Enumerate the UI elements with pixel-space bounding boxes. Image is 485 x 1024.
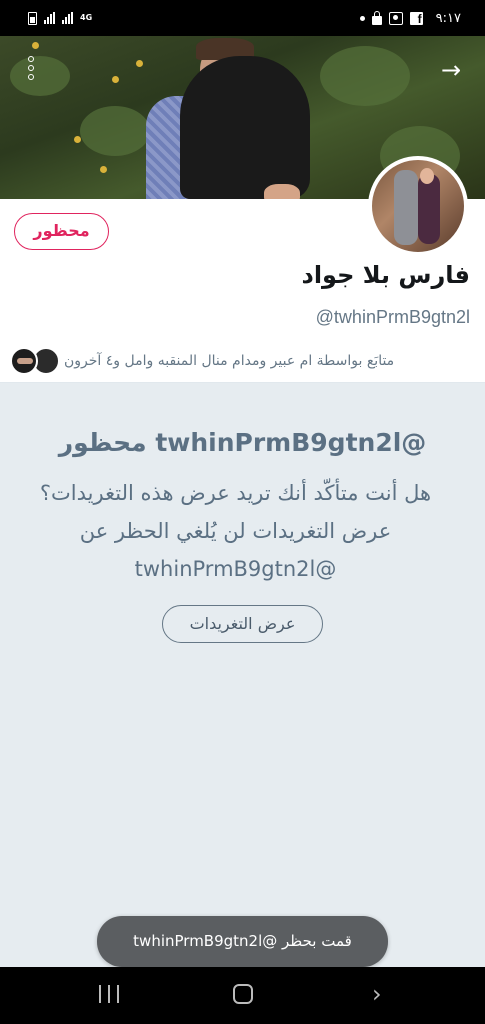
followed-by-text: متابَع بواسطة ام عبير ومدام منال المنقبه… bbox=[64, 353, 395, 369]
user-handle: @twhinPrmB9gtn2l bbox=[315, 307, 470, 327]
network-type: 4G bbox=[80, 13, 93, 22]
toast-message: قمت بحظر @twhinPrmB9gtn2l bbox=[97, 916, 388, 967]
avatar-figure bbox=[420, 168, 434, 184]
avatar[interactable] bbox=[368, 156, 468, 256]
followed-by-row[interactable]: متابَع بواسطة ام عبير ومدام منال المنقبه… bbox=[10, 346, 445, 376]
arrow-right-icon[interactable]: → bbox=[437, 56, 465, 84]
flower bbox=[32, 42, 39, 49]
status-bar: 4G f ٩:١٧ bbox=[0, 0, 485, 36]
blocked-notice: @twhinPrmB9gtn2l محظور هل أنت متأكّد أنك… bbox=[0, 384, 485, 967]
status-time: ٩:١٧ bbox=[435, 10, 461, 26]
more-vertical-icon[interactable] bbox=[24, 56, 38, 86]
dot-icon bbox=[359, 15, 365, 21]
home-icon[interactable] bbox=[233, 984, 253, 1004]
facebook-icon: f bbox=[409, 11, 423, 26]
blocked-button[interactable]: محظور bbox=[14, 213, 109, 250]
follower-avatars bbox=[10, 347, 60, 375]
view-tweets-button[interactable]: عرض التغريدات bbox=[162, 605, 323, 643]
battery-icon bbox=[28, 11, 37, 25]
foliage bbox=[10, 56, 70, 96]
back-icon[interactable]: › bbox=[372, 981, 390, 1007]
foliage bbox=[320, 46, 410, 106]
profile-card: محظور فارس بلا جواد @twhinPrmB9gtn2l متا… bbox=[0, 156, 485, 383]
avatar-figure bbox=[394, 170, 418, 245]
status-left: 4G bbox=[28, 11, 93, 25]
flower bbox=[112, 76, 119, 83]
screen: 4G f ٩:١٧ → محظور فارس بلا جواد @twhinPr… bbox=[0, 0, 485, 1024]
status-right: f ٩:١٧ bbox=[359, 10, 461, 26]
system-nav-bar: › bbox=[0, 967, 485, 1024]
person-figure bbox=[180, 56, 310, 199]
lock-icon bbox=[371, 10, 382, 25]
follower-avatar bbox=[10, 347, 38, 375]
flower bbox=[100, 166, 107, 173]
flower bbox=[74, 136, 81, 143]
display-name: فارس بلا جواد bbox=[301, 261, 471, 289]
foliage bbox=[80, 106, 150, 156]
screenshot-icon bbox=[388, 11, 403, 25]
flower bbox=[136, 60, 143, 67]
blocked-title: @twhinPrmB9gtn2l محظور bbox=[58, 428, 427, 457]
avatar-figure bbox=[418, 174, 440, 244]
blocked-body: هل أنت متأكّد أنك تريد عرض هذه التغريدات… bbox=[39, 481, 432, 581]
person-figure bbox=[264, 184, 300, 199]
signal-icon bbox=[62, 12, 73, 24]
recents-icon[interactable] bbox=[99, 985, 119, 1003]
signal-icon bbox=[44, 12, 55, 24]
